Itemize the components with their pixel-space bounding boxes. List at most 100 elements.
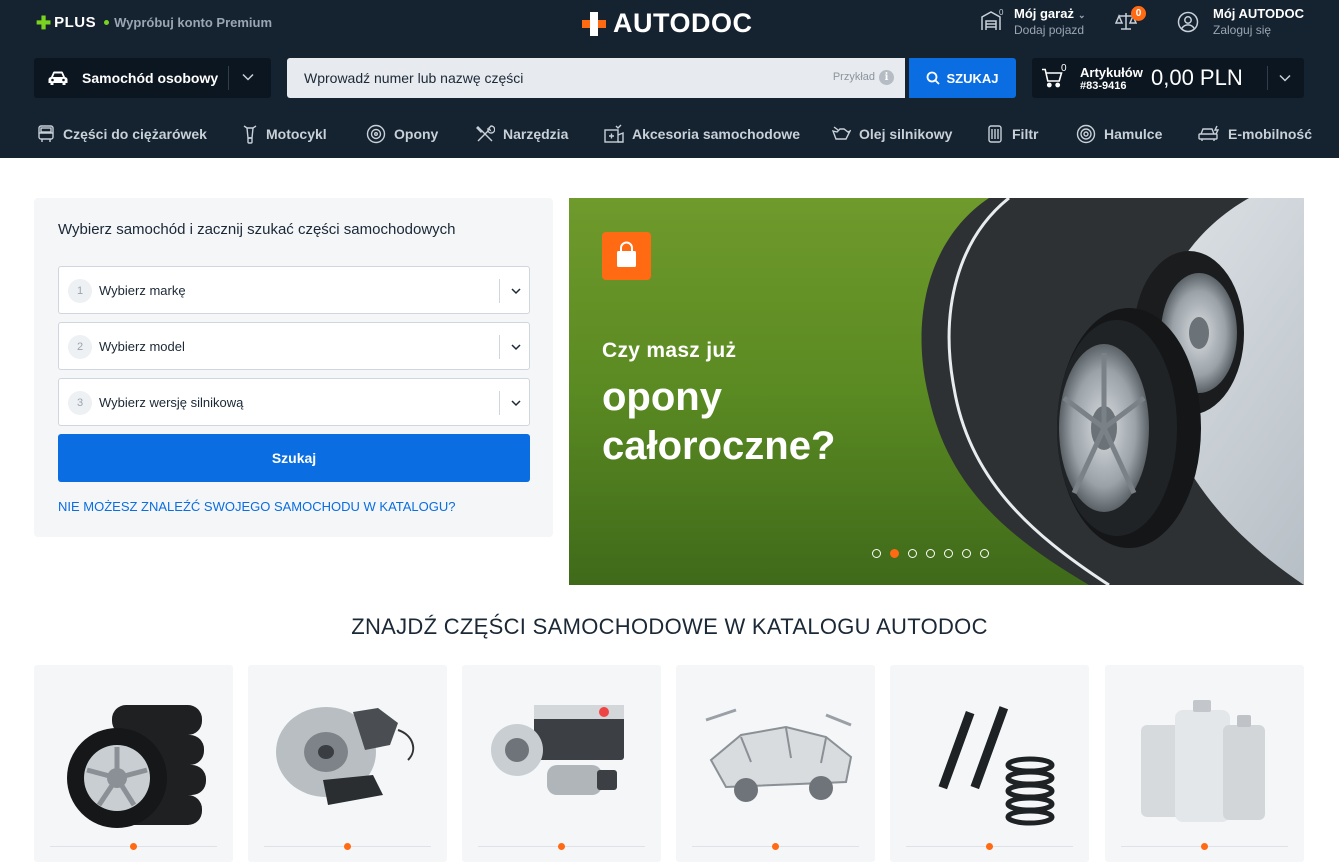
search-example-label[interactable]: Przykład (833, 71, 875, 83)
electrics-image (491, 705, 624, 795)
carousel-dot[interactable] (908, 549, 917, 558)
category-card-tires[interactable] (34, 665, 233, 862)
accent-dot (772, 843, 779, 850)
electric-car-icon (1198, 125, 1220, 141)
filter-icon (988, 125, 1002, 143)
search-button-label: SZUKAJ (946, 70, 999, 86)
divider (228, 66, 229, 90)
nav-item-brakes[interactable]: Hamulce (1076, 122, 1162, 146)
banner-headline: opony całoroczne? (602, 375, 836, 468)
promo-banner[interactable]: Czy masz już opony całoroczne? (569, 198, 1304, 585)
divider (499, 391, 500, 415)
carousel-dot[interactable] (926, 549, 935, 558)
oil-image (1141, 700, 1265, 822)
accent-dot (344, 843, 351, 850)
car-search-button[interactable]: Szukaj (58, 434, 530, 482)
cart-count: 0 (1061, 63, 1067, 74)
step-number: 1 (68, 279, 92, 303)
my-account-button[interactable]: Mój AUTODOC Zaloguj się (1177, 6, 1304, 37)
cart-total: 0,00 PLN (1151, 65, 1243, 90)
nav-item-label: Hamulce (1104, 126, 1163, 142)
catalog-title: ZNAJDŹ CZĘŚCI SAMOCHODOWE W KATALOGU AUT… (351, 614, 988, 639)
car-selector-panel: Wybierz samochód i zacznij szukać części… (34, 198, 553, 537)
category-card-brakes[interactable] (248, 665, 447, 862)
tire-icon (366, 124, 386, 144)
account-login-link[interactable]: Zaloguj się (1213, 23, 1304, 37)
account-title: Mój AUTODOC (1213, 6, 1304, 21)
chevron-down-icon: ⌄ (1077, 10, 1086, 20)
engine-select-label: Wybierz wersję silnikową (99, 395, 244, 410)
nav-item-car-accessories[interactable]: Akcesoria samochodowe (604, 122, 800, 146)
carousel-dot[interactable] (980, 549, 989, 558)
nav-item-label: Olej silnikowy (859, 126, 953, 142)
nav-item-label: Akcesoria samochodowe (632, 126, 801, 142)
header-search-bar: Samochód osobowy Przykład i SZUKAJ 0 Art… (0, 58, 1339, 98)
category-card-electrics[interactable] (462, 665, 661, 862)
brake-disc-icon (1076, 124, 1096, 144)
vehicle-type-select[interactable]: Samochód osobowy (34, 58, 271, 98)
accent-dot (1201, 843, 1208, 850)
nav-item-label: E-mobilność (1228, 126, 1313, 142)
nav-item-label: Części do ciężarówek (63, 126, 207, 142)
my-garage-button[interactable]: 0 Mój garaż ⌄ Dodaj pojazd (980, 6, 1086, 37)
garage-count: 0 (999, 8, 1004, 17)
chevron-down-icon (511, 344, 521, 351)
accent-dot (130, 843, 137, 850)
carousel-dot[interactable] (962, 549, 971, 558)
plus-dot-icon (104, 20, 110, 25)
account-text: Mój AUTODOC Zaloguj się (1213, 6, 1304, 37)
nav-item-motorcycle[interactable]: Motocykl (242, 122, 327, 146)
brand-select-label: Wybierz markę (99, 283, 186, 298)
garage-title: Mój garaż ⌄ (1014, 6, 1086, 21)
chevron-down-icon (1279, 74, 1291, 82)
chevron-down-icon (242, 73, 254, 81)
carousel-dot[interactable] (890, 549, 899, 558)
logo-text: AUTODOC (613, 8, 753, 38)
garage-text: Mój garaż ⌄ Dodaj pojazd (1014, 6, 1086, 37)
car-accessories-icon (604, 124, 624, 143)
car-not-found-link[interactable]: NIE MOŻESZ ZNALEŹĆ SWOJEGO SAMOCHODU W K… (58, 499, 456, 514)
search-input[interactable] (287, 58, 817, 98)
plus-cta-text: Wypróbuj konto Premium (114, 15, 273, 30)
brand-select[interactable]: 1 Wybierz markę (58, 266, 530, 314)
nav-item-truck-parts[interactable]: Części do ciężarówek (37, 122, 207, 146)
tires-image (67, 705, 206, 828)
plus-premium-link[interactable]: ✚ PLUS Wypróbuj konto Premium (36, 12, 273, 33)
accent-dot (986, 843, 993, 850)
carousel-dot[interactable] (872, 549, 881, 558)
brakes-image (276, 707, 415, 805)
cart-icon (1042, 68, 1063, 88)
category-card-suspension[interactable] (890, 665, 1089, 862)
search-button[interactable]: SZUKAJ (909, 58, 1016, 98)
nav-item-filter[interactable]: Filtr (986, 122, 1038, 146)
nav-item-label: Opony (394, 126, 439, 142)
info-icon[interactable]: i (879, 70, 894, 85)
truck-icon (38, 125, 54, 142)
category-card-oil[interactable] (1105, 665, 1304, 862)
chevron-down-icon (511, 400, 521, 407)
nav-item-e-mobility[interactable]: E-mobilność (1198, 122, 1312, 146)
category-nav: Części do ciężarówek Motocykl Opony Narz… (0, 112, 1339, 158)
car-icon (48, 71, 68, 85)
carousel-dot[interactable] (944, 549, 953, 558)
model-select[interactable]: 2 Wybierz model (58, 322, 530, 370)
autodoc-logo[interactable]: AUTODOC (582, 8, 753, 39)
nav-item-label: Filtr (1012, 126, 1039, 142)
suspension-image (938, 706, 1055, 826)
cart-number: #83-9416 (1080, 80, 1127, 92)
cart-button[interactable]: 0 Artykułów #83-9416 0,00 PLN (1032, 58, 1304, 98)
nav-item-tools[interactable]: Narzędzia (475, 122, 568, 146)
compare-count-badge: 0 (1131, 6, 1146, 21)
category-card-body-parts[interactable] (676, 665, 875, 862)
search-box: Przykład i (287, 58, 905, 98)
engine-select[interactable]: 3 Wybierz wersję silnikową (58, 378, 530, 426)
search-icon (927, 71, 941, 85)
plus-cross-icon: ✚ (36, 12, 52, 33)
nav-item-tires[interactable]: Opony (366, 122, 438, 146)
carousel-dots (872, 549, 998, 558)
oil-can-icon (831, 126, 851, 140)
shopping-bag-icon (602, 232, 651, 280)
divider (499, 279, 500, 303)
nav-item-engine-oil[interactable]: Olej silnikowy (831, 122, 952, 146)
model-select-label: Wybierz model (99, 339, 185, 354)
